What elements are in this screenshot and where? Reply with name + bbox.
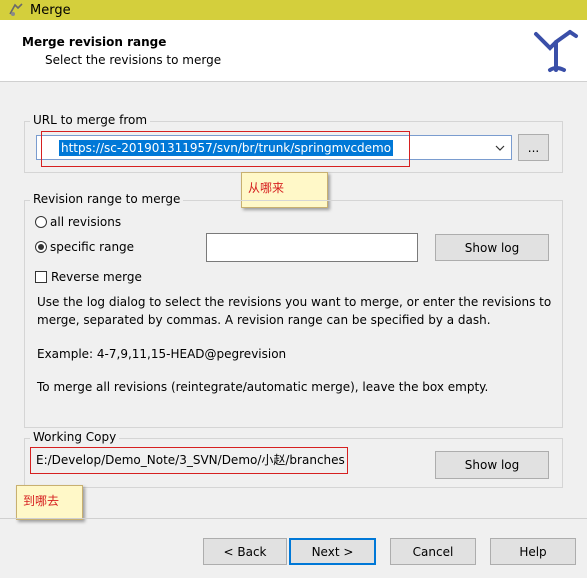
- url-highlight-box: [41, 131, 410, 167]
- title-bar: Merge: [0, 0, 587, 20]
- all-revisions-radio-dot[interactable]: [35, 216, 47, 228]
- reverse-merge-checkbox-box[interactable]: [35, 271, 47, 283]
- revision-range-input[interactable]: [206, 233, 418, 262]
- specific-range-radio[interactable]: specific range: [35, 240, 134, 254]
- help-text-line-1: Use the log dialog to select the revisio…: [37, 295, 552, 309]
- page-title: Merge revision range: [22, 35, 167, 49]
- page-subtitle: Select the revisions to merge: [45, 53, 222, 67]
- to-annotation-note: 到哪去: [16, 485, 83, 520]
- specific-range-radio-dot[interactable]: [35, 241, 47, 253]
- show-log-button-revisions[interactable]: Show log: [435, 234, 549, 261]
- specific-range-label: specific range: [50, 240, 135, 254]
- help-text-line-2: merge, separated by commas. A revision r…: [37, 313, 491, 327]
- show-log-button-working-copy[interactable]: Show log: [435, 451, 549, 479]
- url-group-label: URL to merge from: [30, 113, 151, 127]
- all-revisions-label: all revisions: [50, 215, 122, 229]
- reintegrate-help-text: To merge all revisions (reintegrate/auto…: [37, 380, 489, 394]
- working-copy-group-label: Working Copy: [30, 430, 120, 444]
- tortoisesvn-app-icon: [9, 3, 23, 16]
- reverse-merge-label: Reverse merge: [51, 270, 142, 284]
- wizard-header: Merge revision range Select the revision…: [0, 20, 587, 82]
- revision-range-group-label: Revision range to merge: [30, 192, 184, 206]
- all-revisions-radio[interactable]: all revisions: [35, 215, 121, 229]
- browse-button[interactable]: ...: [518, 134, 549, 161]
- footer-divider: [0, 518, 587, 519]
- next-button[interactable]: Next >: [289, 538, 376, 565]
- reverse-merge-checkbox[interactable]: Reverse merge: [35, 270, 142, 284]
- chevron-down-icon[interactable]: [495, 143, 505, 153]
- example-text: Example: 4-7,9,11,15-HEAD@pegrevision: [37, 347, 287, 361]
- tortoisesvn-logo-icon: [534, 30, 578, 72]
- working-copy-highlight-box: [30, 447, 348, 474]
- back-button[interactable]: < Back: [203, 538, 287, 565]
- window-title: Merge: [30, 2, 71, 18]
- help-button[interactable]: Help: [490, 538, 576, 565]
- cancel-button[interactable]: Cancel: [390, 538, 476, 565]
